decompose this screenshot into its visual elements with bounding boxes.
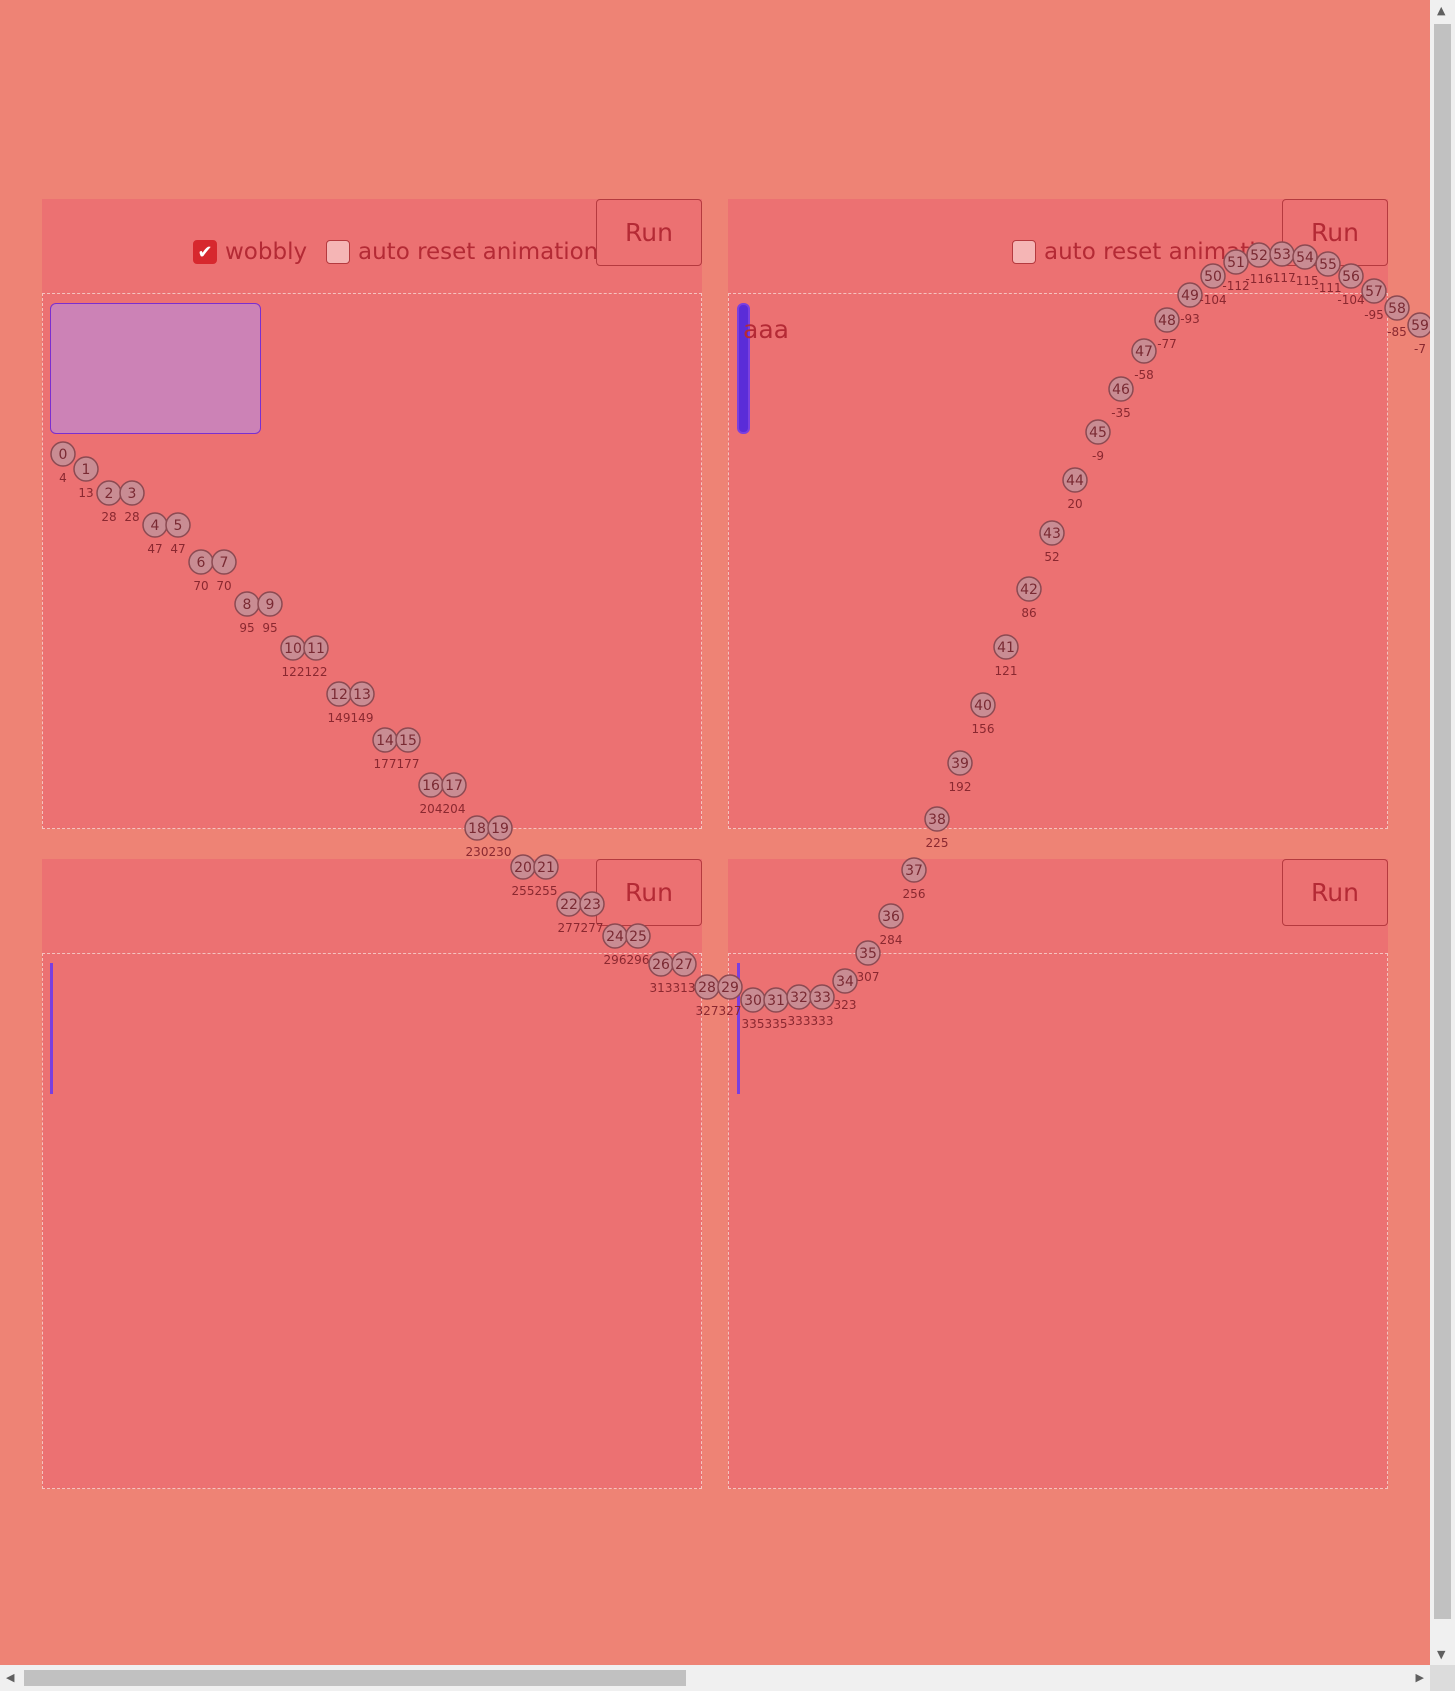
marker-value: 230 [466,845,489,859]
horizontal-scroll-thumb[interactable] [24,1670,686,1686]
marker-value: -85 [1387,325,1407,339]
run-button[interactable]: Run [596,859,702,926]
auto-reset-checkbox[interactable] [1012,240,1036,264]
marker-circle [1407,312,1433,338]
animation-area: aaa [728,293,1388,829]
marker-value: -7 [1414,342,1426,356]
horizontal-scrollbar[interactable]: ◀ ▶ [0,1665,1430,1691]
run-button[interactable]: Run [1282,859,1388,926]
panel-header: ✔ wobbly auto reset animation Run [42,199,702,293]
run-button[interactable]: Run [1282,199,1388,266]
animation-area [728,953,1388,1489]
auto-reset-option[interactable]: auto reset animation [326,239,598,265]
auto-reset-label: auto reset animation [358,239,599,265]
auto-reset-option[interactable]: auto reset animation [1012,239,1284,265]
scroll-down-icon[interactable]: ▼ [1437,1648,1445,1661]
marker-circle [1384,295,1410,321]
panel-header: Run [728,859,1388,953]
scrollbar-corner [1430,1665,1455,1691]
marker-index: 58 [1388,301,1406,317]
auto-reset-checkbox[interactable] [326,240,350,264]
auto-reset-label: auto reset animation [1044,239,1285,265]
trajectory-marker: 59 -7 [1407,312,1433,356]
trajectory-marker: 58 -85 [1384,295,1410,339]
animation-area [42,953,702,1489]
wobbly-label: wobbly [225,239,308,265]
panel-top-right: auto reset animation Run aaa [728,199,1388,829]
panel-bottom-left: Run [42,859,702,1489]
scroll-up-icon[interactable]: ▲ [1437,4,1445,17]
box-text: aaa [743,315,789,344]
animation-area [42,293,702,829]
run-button[interactable]: Run [596,199,702,266]
animated-box [50,303,261,434]
scroll-left-icon[interactable]: ◀ [6,1671,14,1684]
vertical-scrollbar[interactable]: ▲ ▼ [1430,0,1455,1665]
wobbly-option[interactable]: ✔ wobbly [193,239,307,265]
marker-value: 225 [926,836,949,850]
vertical-scroll-thumb[interactable] [1434,24,1451,1619]
animated-bar [737,963,740,1094]
panel-header: auto reset animation Run [728,199,1388,293]
panel-header: Run [42,859,702,953]
animated-bar [50,963,53,1094]
marker-index: 59 [1411,318,1429,334]
scroll-right-icon[interactable]: ▶ [1416,1671,1424,1684]
wobbly-checkbox[interactable]: ✔ [193,240,217,264]
marker-value: 230 [489,845,512,859]
check-icon: ✔ [197,241,213,263]
page: ✔ wobbly auto reset animation Run auto r… [0,0,1455,1691]
panel-bottom-right: Run [728,859,1388,1489]
panel-top-left: ✔ wobbly auto reset animation Run [42,199,702,829]
